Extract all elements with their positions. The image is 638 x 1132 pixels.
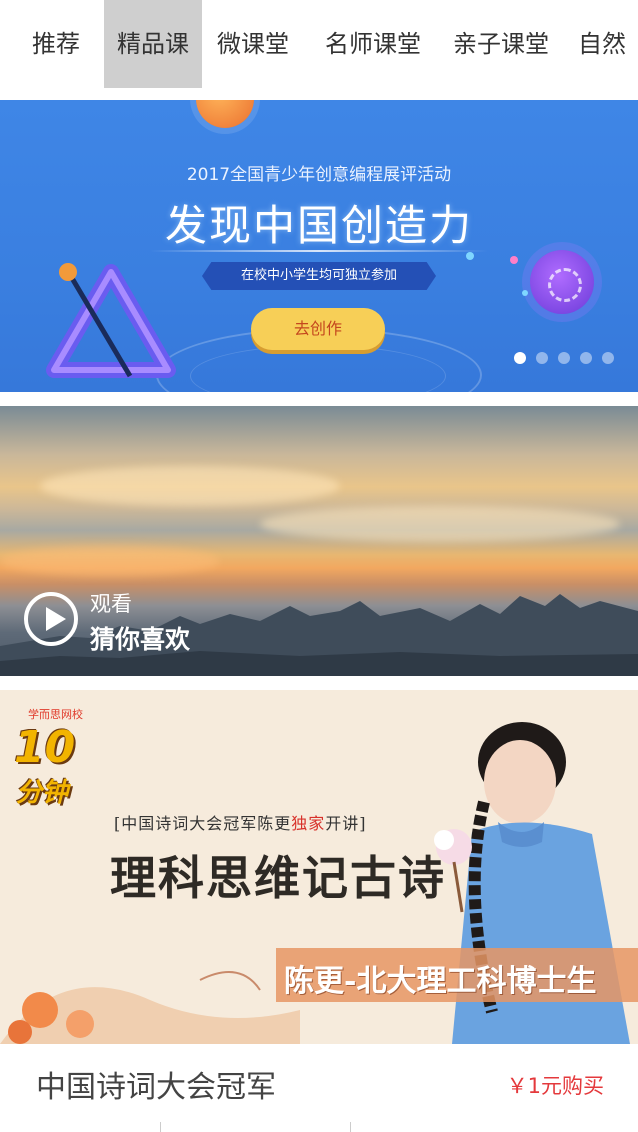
buy-price-button[interactable]: ￥1元购买: [507, 1070, 604, 1100]
category-tab-bar: 推荐 精品课 微课堂 名师课堂 亲子课堂 自然: [0, 0, 638, 88]
carousel-indicator: [514, 352, 614, 366]
recommended-video-card[interactable]: 观看 猜你喜欢: [0, 406, 638, 676]
logo-word: 分钟: [16, 778, 69, 808]
planet-decoration-icon: [196, 100, 254, 128]
tagline-highlight: 独家: [291, 814, 326, 833]
teacher-name: 陈更-北大理工科博士生: [284, 964, 597, 999]
impossible-triangle-icon: [46, 263, 176, 378]
ten-minutes-logo: 10 分钟: [14, 722, 78, 812]
divider: [350, 1122, 351, 1132]
school-name: 学而思网校: [28, 708, 83, 721]
banner-subtitle: 2017全国青少年创意编程展评活动: [186, 165, 452, 185]
tab-parent-child[interactable]: 亲子课堂: [440, 0, 562, 88]
banner-ribbon: 在校中小学生均可独立参加: [202, 262, 436, 290]
promo-banner-carousel[interactable]: 2017全国青少年创意编程展评活动 发现中国创造力 在校中小学生均可独立参加 去…: [0, 100, 638, 392]
course-name: 中国诗词大会冠军: [36, 1070, 276, 1105]
spark-decoration: [522, 290, 528, 296]
course-tagline: [中国诗词大会冠军陈更独家开讲]: [114, 810, 367, 834]
tab-famous-teacher[interactable]: 名师课堂: [312, 0, 434, 88]
tagline-prefix: [中国诗词大会冠军陈更: [114, 814, 292, 833]
tab-recommend[interactable]: 推荐: [16, 0, 96, 88]
cloud-decoration: [260, 506, 620, 542]
banner-title: 发现中国创造力: [164, 201, 473, 250]
course-info-row[interactable]: 中国诗词大会冠军 ￥1元购买: [0, 1044, 638, 1132]
course-banner[interactable]: 学而思网校 10 分钟 [中国诗词大会冠军陈更独家开讲] 理科思维记古诗 陈更-…: [0, 690, 638, 1044]
carousel-dot[interactable]: [558, 352, 570, 364]
flower-decoration: [0, 971, 300, 1044]
tab-micro-class[interactable]: 微课堂: [208, 0, 298, 88]
spark-decoration: [466, 252, 474, 260]
play-icon[interactable]: [24, 592, 78, 646]
video-caption: 猜你喜欢: [90, 625, 191, 654]
carousel-dot[interactable]: [536, 352, 548, 364]
carousel-dot[interactable]: [580, 352, 592, 364]
divider: [160, 1122, 161, 1132]
tagline-suffix: 开讲]: [325, 814, 367, 833]
cloud-decoration: [0, 546, 220, 576]
logo-number: 10: [14, 722, 76, 773]
tab-nature[interactable]: 自然: [578, 0, 638, 88]
watch-label: 观看: [90, 592, 132, 616]
tab-premium-courses[interactable]: 精品课: [104, 0, 202, 88]
cloud-decoration: [40, 466, 340, 506]
create-button[interactable]: 去创作: [251, 308, 385, 350]
carousel-dot[interactable]: [602, 352, 614, 364]
planet-decoration-icon: [530, 250, 594, 314]
carousel-dot[interactable]: [514, 352, 526, 364]
spark-decoration: [510, 256, 518, 264]
glow-divider: [150, 250, 488, 252]
